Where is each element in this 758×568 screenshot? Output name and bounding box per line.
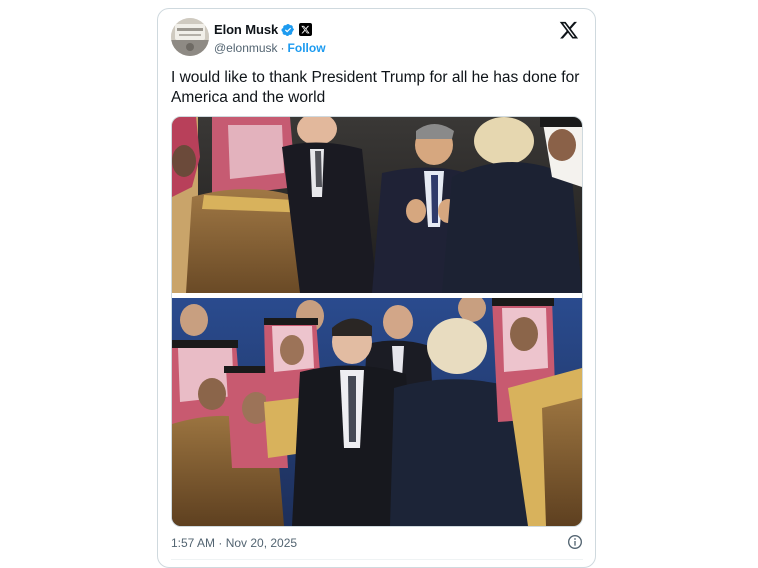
avatar[interactable] (171, 18, 209, 56)
tweet-media[interactable] (171, 116, 583, 527)
author-info: Elon Musk @elonmusk · Follow (214, 21, 326, 57)
separator-dot: · (280, 41, 285, 55)
timestamp[interactable]: 1:57 AM · Nov 20, 2025 (171, 536, 297, 550)
tweet-text: I would like to thank President Trump fo… (171, 69, 580, 106)
info-icon[interactable] (567, 534, 583, 550)
tweet-header: Elon Musk @elonmusk · Follow (171, 18, 583, 58)
author-handle[interactable]: @elonmusk (214, 41, 278, 55)
tweet-footer: 1:57 AM · Nov 20, 2025 (171, 534, 583, 552)
display-name[interactable]: Elon Musk (214, 22, 278, 37)
photo-bottom[interactable] (172, 298, 582, 526)
x-logo-icon[interactable] (559, 20, 579, 40)
tweet-card: Elon Musk @elonmusk · Follow I would lik… (157, 8, 596, 568)
photo-top[interactable] (172, 117, 582, 293)
verified-badge-icon (281, 23, 295, 37)
follow-button[interactable]: Follow (288, 41, 326, 55)
x-affiliate-badge-icon (299, 23, 313, 36)
divider (171, 559, 583, 560)
